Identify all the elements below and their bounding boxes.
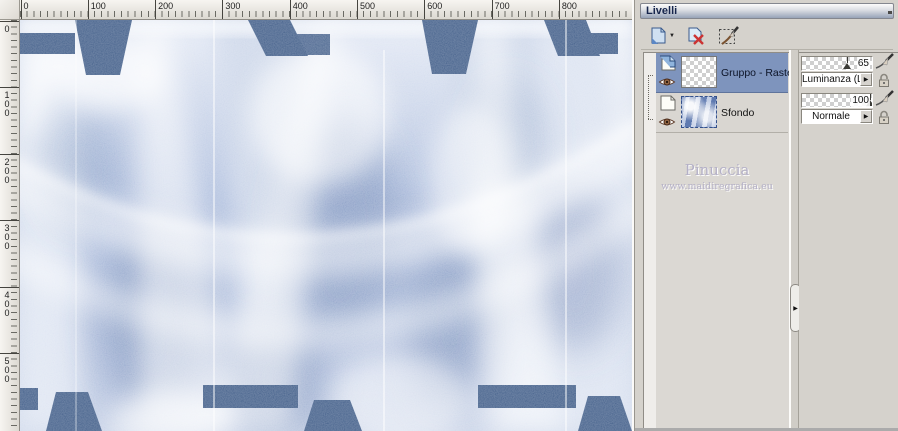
h-ruler-mark: 700: [491, 0, 510, 19]
watermark-name: Pinuccia: [684, 161, 750, 179]
v-ruler-mark: 0: [0, 21, 19, 33]
h-ruler-mark: 600: [424, 0, 442, 19]
opacity-slider-raster1[interactable]: 65: [801, 56, 873, 71]
layer-group-bracket-stub: [648, 75, 653, 76]
blend-mode-dropdown-raster1[interactable]: Luminanza (L) ▶: [801, 72, 873, 87]
palette-title: Livelli: [646, 5, 678, 17]
layer-row-sfondo[interactable]: Sfondo: [656, 93, 788, 133]
h-ruler-mark: 100: [87, 0, 106, 19]
palette-toolbar: ▼: [641, 21, 893, 50]
v-ruler-label: 200: [2, 156, 12, 184]
blend-mode-value: Normale: [812, 111, 850, 122]
canvas-image[interactable]: [20, 20, 632, 431]
layer-group-bracket: [648, 75, 649, 119]
edit-selection-button[interactable]: [715, 24, 743, 48]
v-ruler-label: 400: [2, 289, 12, 317]
opacity-value: 65: [856, 57, 870, 70]
v-ruler-mark: 300: [0, 220, 19, 250]
vertical-ruler[interactable]: 0 100 200 300 400 500: [0, 20, 20, 431]
splitter-arrow-icon: ▶: [793, 305, 798, 312]
h-ruler-label: 300: [225, 1, 241, 11]
opacity-value: 100: [851, 94, 870, 107]
h-ruler-label: 100: [90, 1, 106, 11]
horizontal-ruler-ticks: [20, 11, 636, 17]
h-ruler-mark: 400: [289, 0, 308, 19]
h-ruler-mark: 200: [155, 0, 173, 19]
app-window: 0 100 200 300 400 500 600 700 800 0 100 …: [0, 0, 898, 431]
h-ruler-mark: 800: [558, 0, 577, 19]
v-ruler-label: 0: [2, 24, 12, 33]
h-ruler-mark: 0: [20, 0, 29, 19]
v-ruler-mark: 500: [0, 353, 19, 383]
v-ruler-label: 300: [2, 223, 12, 251]
edit-selection-icon: [719, 26, 739, 45]
h-ruler-label: 400: [292, 1, 308, 11]
layer-thumbnail-transparent[interactable]: [681, 56, 717, 88]
h-ruler-mark: 300: [222, 0, 240, 19]
layers-palette: Livelli ▼ Gruppo - Raster 1 Sfondo Pinuc…: [634, 0, 898, 431]
lock-transparency-icon[interactable]: [876, 109, 892, 130]
group-indicator-column: [644, 53, 656, 428]
layer-visibility-eye-icon[interactable]: [658, 115, 676, 127]
v-ruler-mark: 200: [0, 153, 19, 184]
new-layer-button[interactable]: ▼: [645, 24, 677, 48]
layer-row-gruppo-raster-1[interactable]: Gruppo - Raster 1: [656, 53, 805, 93]
layer-list: Gruppo - Raster 1 Sfondo Pinuccia www.ma…: [643, 52, 805, 428]
h-ruler-label: 200: [158, 1, 174, 11]
palette-titlebar[interactable]: Livelli: [640, 3, 894, 19]
blue-abstract-artwork: [20, 20, 632, 431]
h-ruler-label: 0: [23, 1, 29, 11]
blend-mode-arrow-button[interactable]: ▶: [860, 73, 872, 86]
new-layer-dropdown-caret[interactable]: ▼: [669, 33, 675, 39]
h-ruler-label: 700: [494, 1, 510, 11]
horizontal-ruler[interactable]: 0 100 200 300 400 500 600 700 800: [20, 0, 636, 20]
layer-visibility-eye-icon[interactable]: [658, 75, 676, 87]
raster-group-layer-icon: [658, 55, 678, 71]
h-ruler-mark: 500: [357, 0, 375, 19]
blend-mode-arrow-button[interactable]: ▶: [860, 110, 872, 123]
new-layer-icon: [651, 27, 666, 44]
ruler-corner: [0, 0, 20, 20]
v-ruler-label: 500: [2, 356, 12, 383]
layer-thumbnail-image[interactable]: [681, 96, 717, 128]
blend-mode-dropdown-sfondo[interactable]: Normale ▶: [801, 109, 873, 124]
v-ruler-label: 100: [2, 90, 12, 118]
layer-properties-panel: 65 Luminanza (L) ▶ 100 Normale ▶: [799, 52, 898, 428]
delete-layer-button[interactable]: [683, 24, 709, 48]
h-ruler-label: 800: [561, 1, 577, 11]
palette-splitter[interactable]: ▶: [789, 50, 801, 428]
h-ruler-label: 600: [427, 1, 443, 11]
v-ruler-mark: 400: [0, 286, 19, 317]
layer-group-bracket-stub: [648, 119, 653, 120]
opacity-slider-sfondo[interactable]: 100: [801, 93, 873, 108]
layer-name[interactable]: Sfondo: [721, 93, 754, 132]
blend-mode-value: Luminanza (L): [802, 74, 860, 85]
opacity-slider-handle[interactable]: [842, 57, 852, 70]
h-ruler-label: 500: [360, 1, 376, 11]
delete-layer-icon: [688, 27, 704, 45]
watermark-url: www.maidiregrafica.eu: [661, 181, 773, 192]
titlebar-edge-artifact: [888, 11, 892, 14]
background-layer-icon: [658, 95, 678, 111]
v-ruler-mark: 100: [0, 87, 19, 117]
